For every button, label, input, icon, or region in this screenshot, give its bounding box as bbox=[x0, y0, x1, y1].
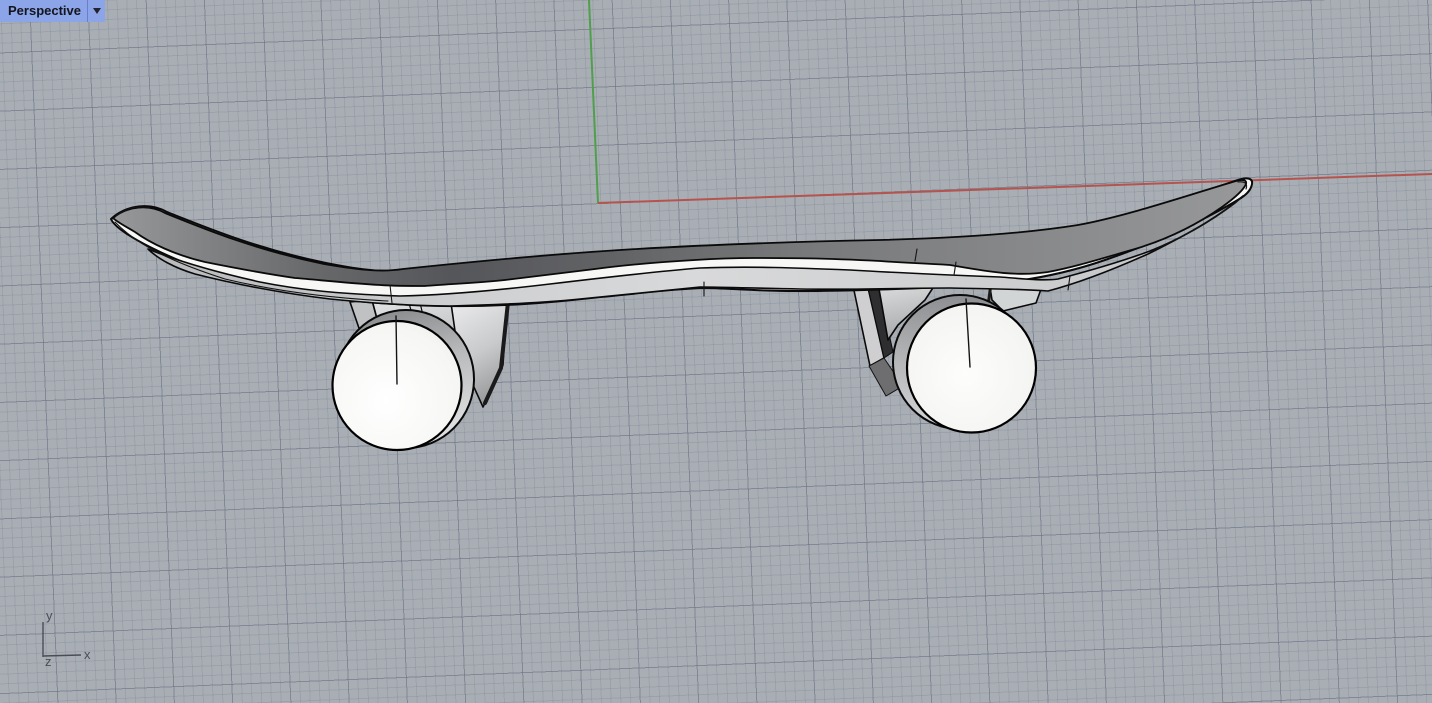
y-axis-line bbox=[589, 0, 598, 203]
viewport-perspective: y x z Perspective bbox=[0, 0, 1432, 703]
right-wheel[interactable] bbox=[893, 295, 1036, 433]
left-wheel-spoke-line bbox=[396, 316, 397, 384]
chevron-down-icon bbox=[93, 8, 101, 14]
skateboard-model[interactable] bbox=[111, 178, 1252, 450]
gizmo-z-label: z bbox=[45, 654, 52, 669]
scene-3d: y x z bbox=[0, 0, 1432, 703]
viewport-title-bar[interactable]: Perspective bbox=[0, 0, 105, 22]
viewport-title[interactable]: Perspective bbox=[0, 0, 87, 22]
viewport-menu-button[interactable] bbox=[88, 0, 105, 22]
x-axis-line bbox=[598, 174, 1432, 203]
gizmo-x-label: x bbox=[84, 647, 91, 662]
left-wheel[interactable] bbox=[333, 310, 475, 450]
gizmo-y-label: y bbox=[46, 608, 53, 623]
axis-gizmo: y x z bbox=[43, 608, 91, 669]
